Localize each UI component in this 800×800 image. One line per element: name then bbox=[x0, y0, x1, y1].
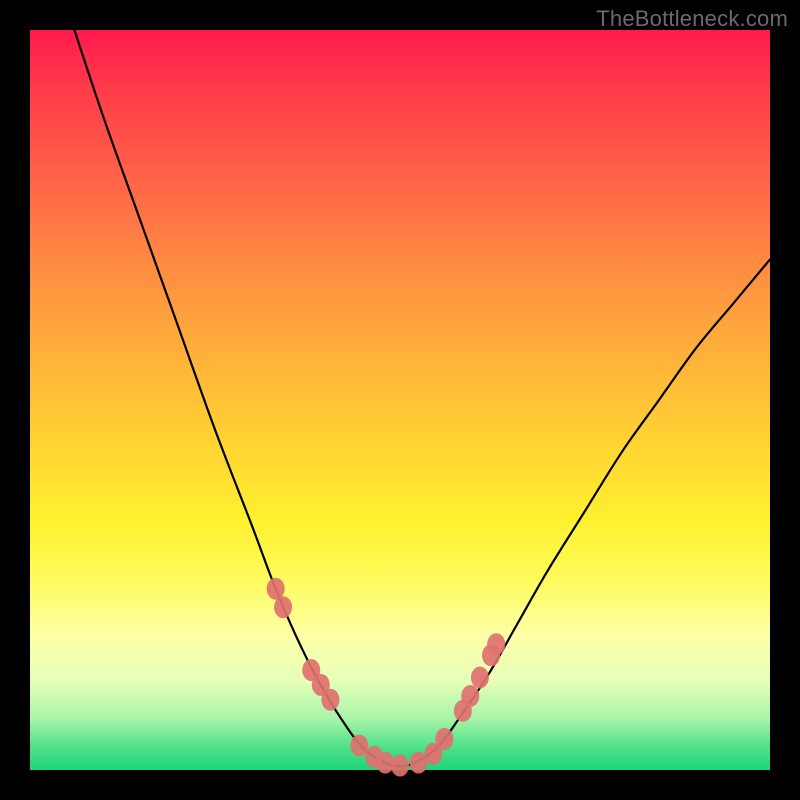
curve-marker bbox=[435, 728, 453, 750]
curve-marker bbox=[391, 755, 409, 777]
bottleneck-curve bbox=[74, 30, 770, 766]
watermark-text: TheBottleneck.com bbox=[596, 6, 788, 32]
chart-svg bbox=[30, 30, 770, 770]
curve-marker bbox=[487, 633, 505, 655]
curve-marker bbox=[321, 689, 339, 711]
curve-markers bbox=[267, 578, 506, 777]
curve-marker bbox=[471, 667, 489, 689]
curve-marker bbox=[274, 596, 292, 618]
chart-frame: TheBottleneck.com bbox=[0, 0, 800, 800]
curve-marker bbox=[461, 685, 479, 707]
